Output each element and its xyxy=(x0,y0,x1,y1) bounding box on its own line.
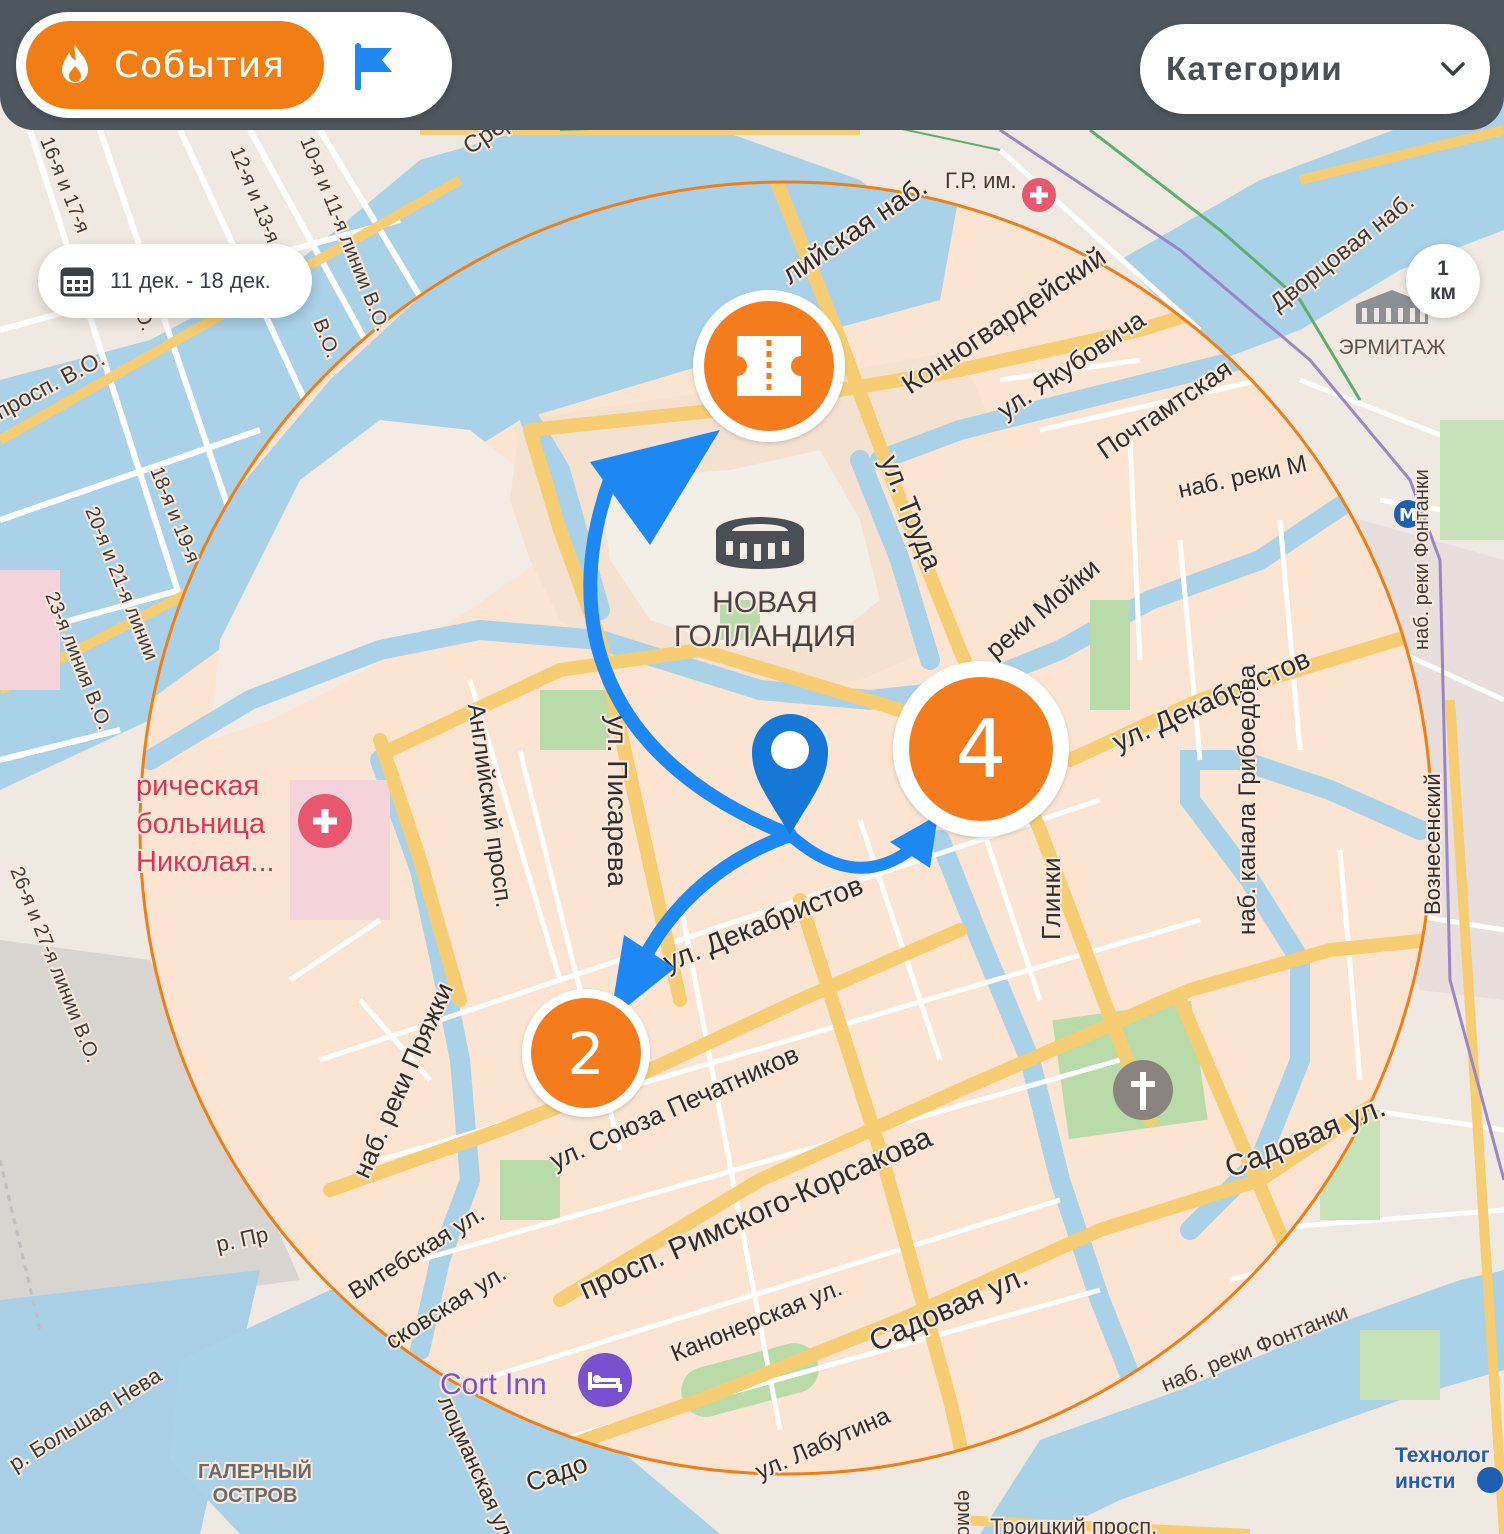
chevron-down-icon xyxy=(1441,62,1465,76)
street-label: ул. Писарева xyxy=(602,715,633,887)
date-range-label: 11 дек. - 18 дек. xyxy=(110,268,271,293)
church-icon xyxy=(1113,1060,1173,1120)
cluster-count: 2 xyxy=(568,1020,605,1088)
categories-label: Категории xyxy=(1166,50,1343,87)
map[interactable]: M Средний16-я и 17-я12-я и 13-я10-я и 11… xyxy=(0,0,1504,1534)
date-range-filter[interactable]: 11 дек. - 18 дек. xyxy=(38,244,312,318)
flag-icon xyxy=(355,43,392,90)
street-label: наб. канала Грибоедова xyxy=(1234,664,1261,935)
street-label: наб. реки Фонтанки xyxy=(1411,469,1433,650)
street-label: Троицкий просп. xyxy=(990,1514,1157,1534)
events-tab-button[interactable]: События xyxy=(26,21,324,109)
hermitage-label: ЭРМИТАЖ xyxy=(1339,336,1447,359)
calendar-icon xyxy=(60,267,94,297)
street-label: Глинки xyxy=(1036,857,1066,940)
street-label: Г.Р. им. xyxy=(945,168,1017,193)
street-label: ермо xyxy=(953,1490,975,1534)
events-tab-label: События xyxy=(114,44,285,86)
hotel-label: Cort Inn xyxy=(440,1368,547,1401)
flame-icon xyxy=(62,44,88,83)
flag-button[interactable] xyxy=(344,36,404,96)
hospital-label: рическая больница Николая... xyxy=(136,770,275,878)
top-app-bar: События Категории xyxy=(0,0,1504,130)
map-canvas[interactable]: M Средний16-я и 17-я12-я и 13-я10-я и 11… xyxy=(0,0,1504,1534)
cluster-marker-2[interactable]: 2 xyxy=(522,989,650,1117)
street-label: Вознесенский xyxy=(1420,773,1445,915)
hotel-icon xyxy=(578,1353,632,1407)
scale-unit: км xyxy=(1429,281,1457,304)
ticket-event-marker[interactable] xyxy=(693,290,845,442)
map-scale-indicator: 1 км xyxy=(1406,244,1480,318)
cluster-count: 4 xyxy=(956,703,1007,796)
mode-switcher: События xyxy=(16,12,452,118)
categories-dropdown[interactable]: Категории xyxy=(1140,24,1490,114)
scale-value: 1 xyxy=(1437,256,1449,280)
cluster-marker-4[interactable]: 4 xyxy=(893,661,1069,837)
stadium-icon xyxy=(716,517,804,569)
